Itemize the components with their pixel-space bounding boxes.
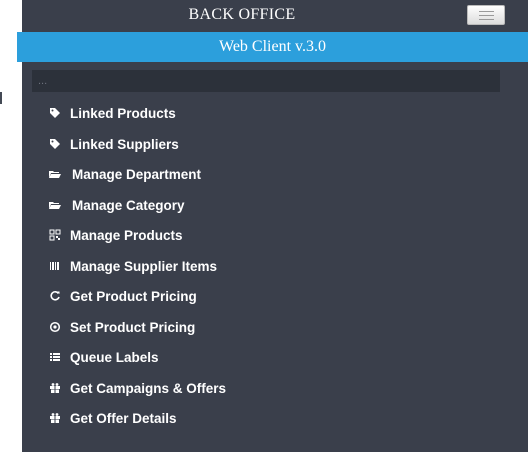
nav-item-set-product-pricing[interactable]: Set Product Pricing bbox=[22, 312, 528, 343]
gift-icon bbox=[48, 382, 62, 394]
folder-open-icon bbox=[48, 168, 62, 180]
nav-item-label: Queue Labels bbox=[70, 350, 159, 365]
nav-item-label: Get Campaigns & Offers bbox=[70, 380, 227, 396]
refresh-icon bbox=[48, 290, 62, 302]
tag-icon bbox=[48, 138, 62, 150]
nav-item-manage-products[interactable]: Manage Products bbox=[22, 220, 528, 251]
hamburger-icon bbox=[479, 19, 494, 20]
hamburger-icon bbox=[479, 15, 494, 16]
nav-item-linked-suppliers[interactable]: Linked Suppliers bbox=[22, 129, 528, 160]
search-input[interactable] bbox=[32, 70, 500, 92]
nav-item-label: Manage Department bbox=[72, 167, 202, 182]
nav-item-manage-department[interactable]: Manage Department bbox=[22, 159, 528, 190]
gift-icon bbox=[48, 412, 62, 424]
nav-item-label: Get Product Pricing bbox=[70, 289, 197, 304]
nav-item-label: Manage Category bbox=[72, 197, 185, 213]
edge-mark bbox=[0, 92, 2, 104]
nav-item-label: Set Product Pricing bbox=[70, 319, 196, 335]
hamburger-icon bbox=[479, 11, 494, 12]
nav-item-label: Manage Supplier Items bbox=[70, 258, 218, 274]
left-strip bbox=[0, 0, 17, 455]
nav-item-manage-supplier-items[interactable]: Manage Supplier Items bbox=[22, 251, 528, 282]
version-bar: Web Client v.3.0 bbox=[17, 32, 528, 62]
brand-title: BACK OFFICE bbox=[188, 6, 296, 23]
list-icon bbox=[48, 351, 62, 363]
nav-item-get-product-pricing[interactable]: Get Product Pricing bbox=[22, 281, 528, 312]
record-icon bbox=[48, 321, 62, 333]
qrcode-icon bbox=[48, 229, 62, 241]
top-bar: BACK OFFICE bbox=[22, 0, 528, 32]
nav-menu: Linked Products Linked Suppliers Manage … bbox=[22, 98, 528, 434]
menu-toggle-button[interactable] bbox=[467, 5, 505, 25]
nav-item-linked-products[interactable]: Linked Products bbox=[22, 98, 528, 129]
sidebar-panel: BACK OFFICE Web Client v.3.0 Linked Prod… bbox=[17, 0, 528, 452]
nav-item-manage-category[interactable]: Manage Category bbox=[22, 190, 528, 221]
nav-item-label: Get Offer Details bbox=[70, 411, 177, 426]
nav-item-queue-labels[interactable]: Queue Labels bbox=[22, 342, 528, 373]
nav-item-get-campaigns-offers[interactable]: Get Campaigns & Offers bbox=[22, 373, 528, 404]
nav-item-label: Linked Suppliers bbox=[70, 136, 179, 152]
version-label: Web Client v.3.0 bbox=[219, 38, 326, 55]
nav-item-label: Linked Products bbox=[70, 106, 176, 121]
folder-open-icon bbox=[48, 199, 62, 211]
nav-item-get-offer-details[interactable]: Get Offer Details bbox=[22, 403, 528, 434]
nav-item-label: Manage Products bbox=[70, 228, 183, 243]
barcode-icon bbox=[48, 260, 62, 272]
tag-icon bbox=[48, 107, 62, 119]
